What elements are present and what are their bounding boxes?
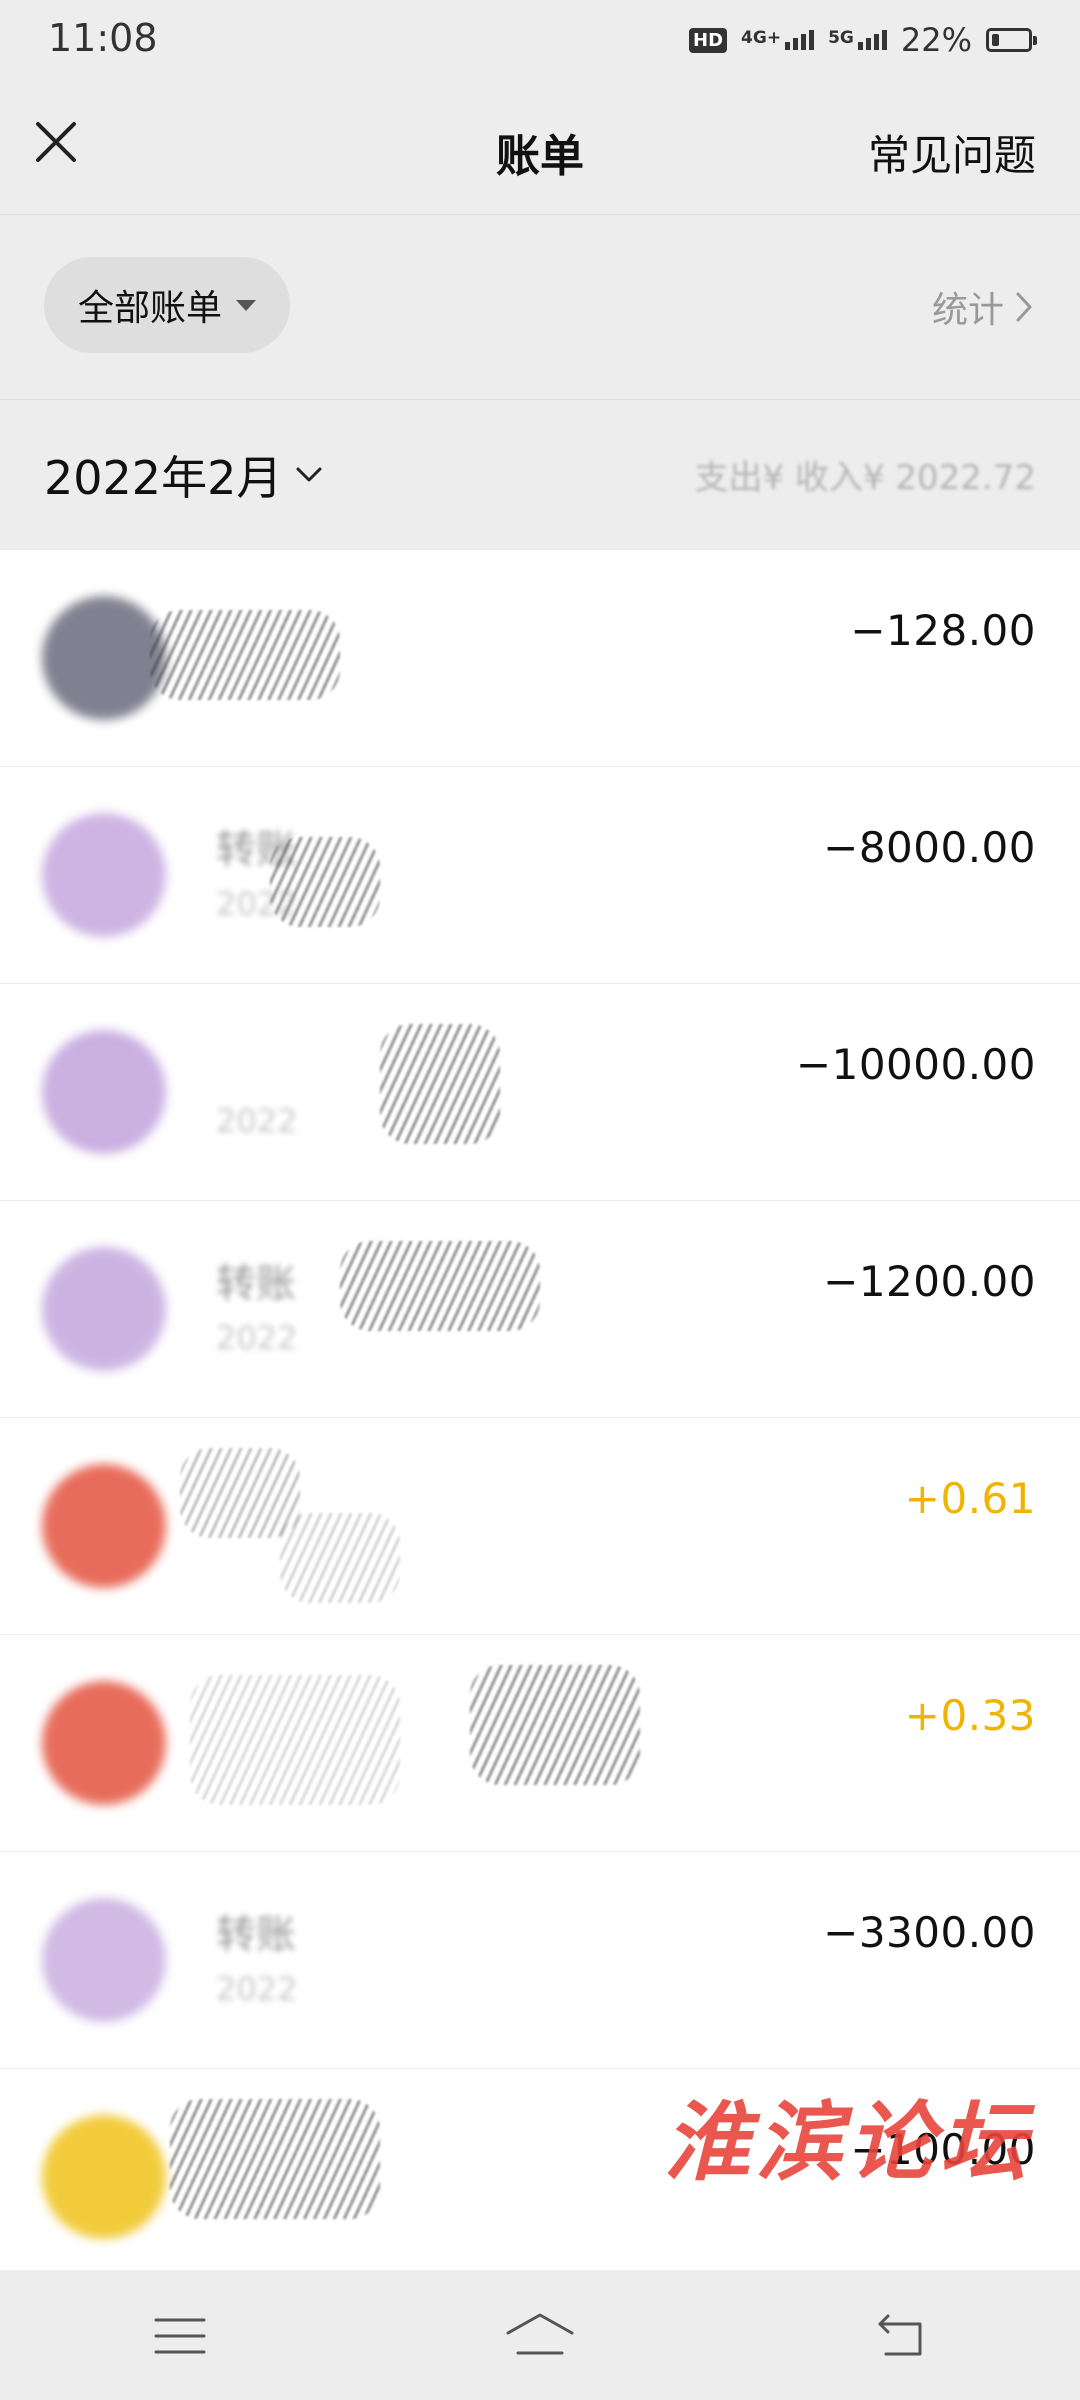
bill-filter-label: 全部账单 <box>77 288 222 329</box>
battery-icon <box>986 28 1037 52</box>
transaction-row[interactable]: +0.33 <box>0 1635 1080 1852</box>
network-5g-indicator: 5G <box>828 30 887 50</box>
menu-button[interactable] <box>135 2296 225 2376</box>
network-4g-indicator: 4G+ <box>741 28 815 50</box>
merchant-avatar <box>42 2115 166 2239</box>
merchant-avatar <box>42 1030 166 1154</box>
transaction-amount: +0.33 <box>904 1691 1036 1740</box>
transaction-title: 转账 <box>216 1912 296 1958</box>
status-icons: HD 4G+ 5G 22% <box>689 20 1037 60</box>
month-row: 2022年2月 支出¥ 收入¥ 2022.72 <box>0 400 1080 550</box>
redaction-scribble <box>470 1665 640 1785</box>
system-navigation-bar <box>0 2272 1080 2400</box>
transaction-list: −128.00 转账 2022 −8000.00 2022 −10000.00 … <box>0 550 1080 2270</box>
hd-badge: HD <box>689 27 728 53</box>
app-header: 账单 常见问题 <box>0 80 1080 215</box>
transaction-date: 2022 <box>216 1319 298 1357</box>
signal-icon <box>785 30 815 50</box>
merchant-avatar <box>42 596 166 720</box>
caret-down-icon <box>236 299 256 311</box>
merchant-avatar <box>42 813 166 937</box>
back-button[interactable] <box>855 2296 945 2376</box>
merchant-avatar <box>42 1464 166 1588</box>
redaction-scribble <box>170 2099 380 2219</box>
redaction-scribble <box>340 1241 540 1331</box>
redaction-scribble <box>280 1513 400 1603</box>
transaction-row[interactable]: 转账 2022 −8000.00 <box>0 767 1080 984</box>
merchant-avatar <box>42 1247 166 1371</box>
network-4g-label: 4G+ <box>741 28 782 48</box>
transaction-row[interactable]: 转账 2022 −1200.00 <box>0 1201 1080 1418</box>
transaction-date: 2022 <box>216 1970 298 2008</box>
transaction-row[interactable]: +0.61 <box>0 1418 1080 1635</box>
month-label: 2022年2月 <box>44 451 283 505</box>
home-button[interactable] <box>495 2296 585 2376</box>
transaction-amount: −10000.00 <box>795 1040 1036 1089</box>
status-time: 11:08 <box>48 16 158 60</box>
merchant-avatar <box>42 1681 166 1805</box>
faq-link[interactable]: 常见问题 <box>868 122 1036 183</box>
transaction-title: 转账 <box>216 1261 296 1307</box>
home-icon <box>506 2313 574 2355</box>
month-selector[interactable]: 2022年2月 <box>44 442 324 508</box>
network-5g-label: 5G <box>828 28 854 48</box>
back-icon <box>878 2314 922 2356</box>
filter-row: 全部账单 统计 <box>0 215 1080 400</box>
transaction-row[interactable]: 转账 2022 −3300.00 <box>0 1852 1080 2069</box>
status-bar: 11:08 HD 4G+ 5G 22% <box>0 0 1080 80</box>
battery-level <box>992 34 999 46</box>
transaction-title: 转账 <box>216 827 296 873</box>
transaction-row[interactable]: −128.00 <box>0 550 1080 767</box>
transaction-date: 2022 <box>216 885 298 923</box>
stats-label: 统计 <box>931 290 1004 331</box>
transaction-amount: −128.00 <box>850 606 1036 655</box>
transaction-amount: +0.61 <box>904 1474 1036 1523</box>
stats-link[interactable]: 统计 <box>932 281 1034 333</box>
month-summary: 支出¥ 收入¥ 2022.72 <box>694 458 1036 498</box>
transaction-row[interactable]: 2022 −10000.00 <box>0 984 1080 1201</box>
chevron-down-icon <box>296 467 322 482</box>
signal-icon <box>857 30 887 50</box>
chevron-right-icon <box>1016 292 1032 322</box>
bill-filter-dropdown[interactable]: 全部账单 <box>44 257 290 353</box>
redaction-scribble <box>150 610 340 700</box>
redaction-scribble <box>180 1448 300 1538</box>
transaction-amount: −8000.00 <box>823 823 1036 872</box>
transaction-date: 2022 <box>216 1102 298 1140</box>
transaction-amount: −1200.00 <box>823 1257 1036 1306</box>
redaction-scribble <box>380 1024 500 1144</box>
redaction-scribble <box>190 1675 400 1805</box>
menu-icon <box>154 2318 206 2354</box>
battery-percent: 22% <box>900 21 972 59</box>
merchant-avatar <box>42 1898 166 2022</box>
forum-watermark: 淮滨论坛 <box>664 2092 1032 2193</box>
transaction-amount: −3300.00 <box>823 1908 1036 1957</box>
